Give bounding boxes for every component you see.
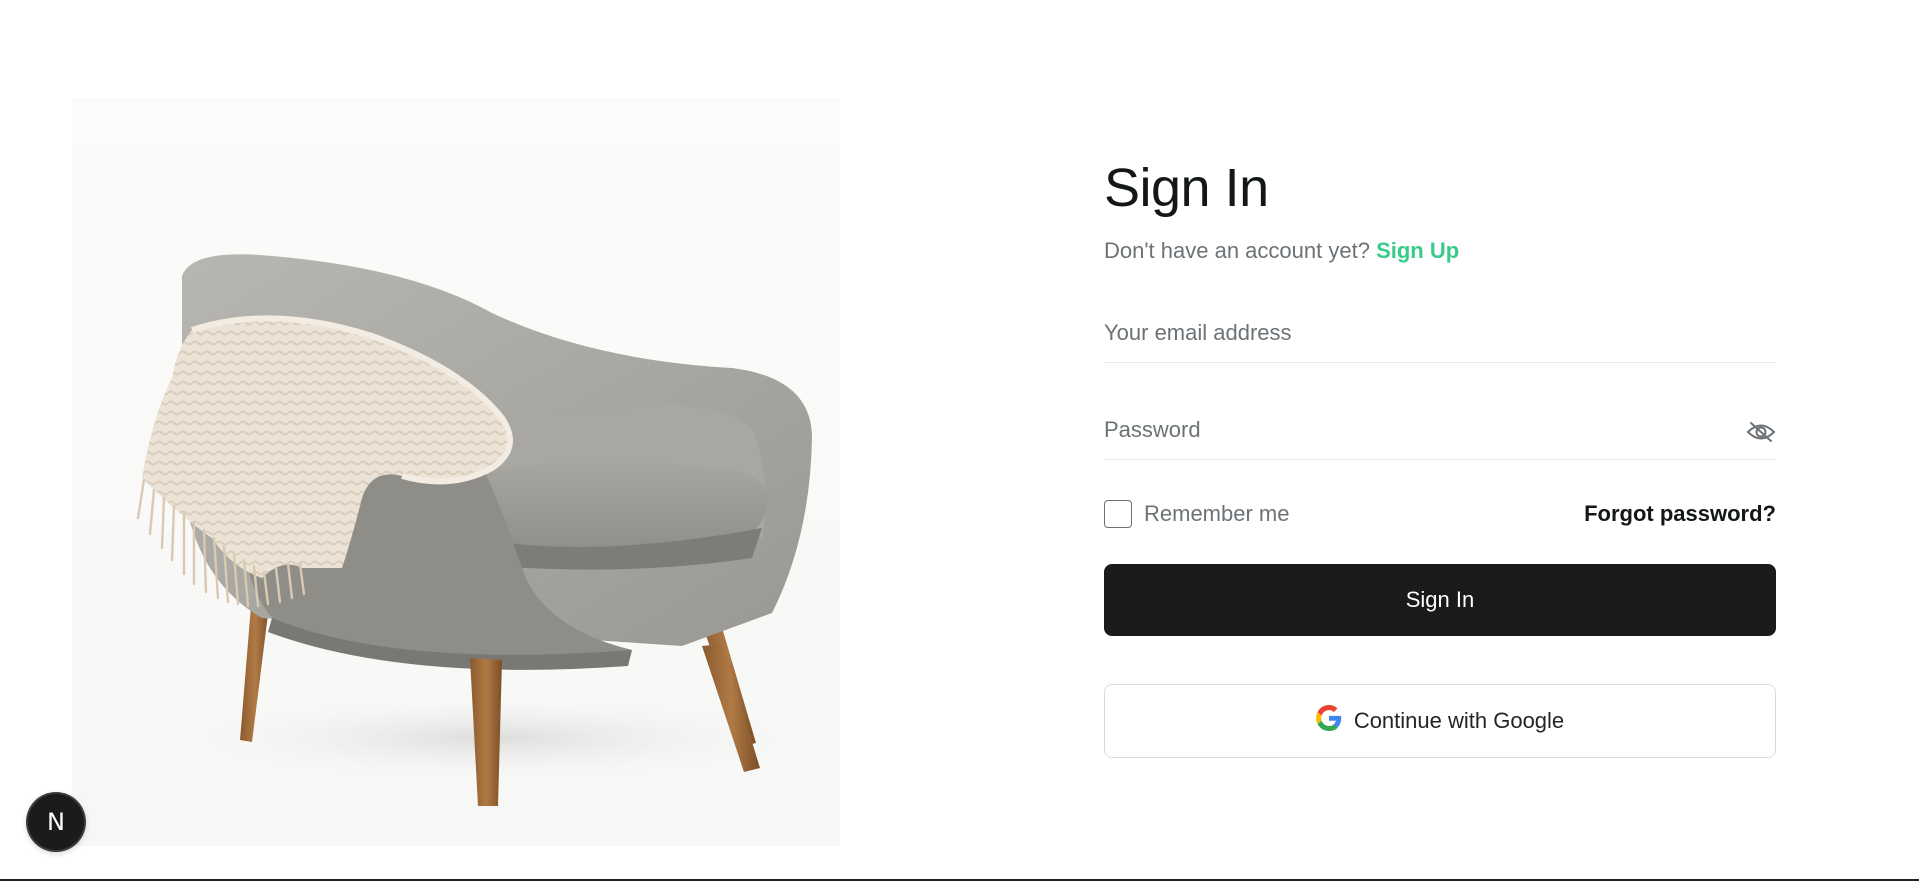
google-g-icon [1315, 705, 1342, 737]
signup-prompt: Don't have an account yet? Sign Up [1104, 236, 1776, 266]
password-field-container [1104, 403, 1776, 460]
forgot-password-link[interactable]: Forgot password? [1584, 501, 1776, 527]
nextjs-badge-letter: N [47, 808, 65, 836]
signup-prompt-text: Don't have an account yet? [1104, 238, 1370, 263]
nextjs-icon[interactable]: N [28, 794, 84, 850]
form-options: Remember me Forgot password? [1104, 498, 1776, 530]
google-sign-in-button[interactable]: Continue with Google [1104, 684, 1776, 758]
google-button-label: Continue with Google [1353, 708, 1565, 733]
hero-image [72, 98, 840, 846]
armchair-illustration [136, 254, 822, 806]
page-title: Sign In [1104, 158, 1269, 218]
remember-me-label: Remember me [1144, 501, 1290, 526]
remember-me: Remember me [1104, 500, 1289, 528]
sign-in-form: Sign In Don't have an account yet? Sign … [1104, 150, 1776, 758]
remember-me-checkbox[interactable] [1104, 500, 1132, 528]
sign-up-link[interactable]: Sign Up [1376, 238, 1459, 263]
eye-off-icon[interactable] [1746, 417, 1776, 447]
email-field[interactable] [1104, 306, 1704, 360]
sign-in-page: Sign In Don't have an account yet? Sign … [0, 0, 1919, 881]
password-field[interactable] [1104, 403, 1704, 457]
sign-in-button[interactable]: Sign In [1104, 564, 1776, 636]
email-field-container [1104, 306, 1776, 363]
